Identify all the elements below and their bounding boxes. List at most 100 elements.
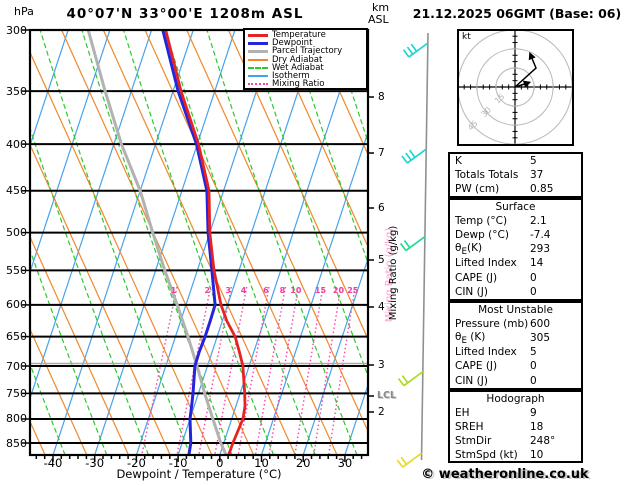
km-tick-label: 3 — [378, 359, 385, 371]
indices-row-value: 0.85 — [530, 183, 554, 196]
mixing-ratio-value-label: 6 — [263, 286, 269, 295]
km-tick-label: 5 — [378, 254, 385, 266]
wind-barb — [397, 370, 424, 387]
indices-row-value: 293 — [530, 243, 551, 256]
mixing-ratio-value-label: 1 — [170, 286, 177, 295]
indices-row-value: 2.1 — [530, 215, 547, 228]
indices-row-label: K — [455, 155, 462, 168]
indices-row-value: 18 — [530, 421, 544, 434]
indices-row: StmSpd (kt) 10 — [450, 448, 581, 462]
indices-row: Dewp (°C) -7.4 — [450, 228, 581, 242]
km-tick-label: 6 — [378, 202, 385, 214]
wind-barb — [399, 235, 426, 252]
indices-row-label: Temp (°C) — [455, 215, 508, 228]
indices-section-title: Most Unstable — [478, 304, 553, 317]
indices-row-label: Pressure (mb) — [455, 318, 529, 331]
wind-barb — [396, 452, 423, 468]
indices-row-label: StmDir — [455, 435, 492, 448]
wind-barb — [401, 148, 427, 164]
indices-row-label: θE(K) — [455, 241, 483, 257]
indices-row: θE(K) 293 — [450, 241, 581, 257]
temp-tick-label: -40 — [43, 456, 63, 470]
indices-row: Lifted Index 14 — [450, 256, 581, 270]
temp-tick-label: -30 — [85, 456, 105, 470]
indices-row-value: 5 — [530, 155, 537, 168]
km-tick-label: 8 — [378, 91, 385, 103]
pressure-axis-unit: hPa — [14, 5, 34, 18]
watermark-credit: © weatheronline.co.uk — [421, 467, 589, 482]
indices-box: K 5 Totals Totals 37 PW (cm) 0.85 — [448, 152, 583, 198]
wind-barb — [402, 42, 429, 58]
indices-row: CIN (J) 0 — [450, 373, 581, 387]
pressure-tick-label: 650 — [6, 330, 27, 344]
mixing-ratio-value-label: 20 — [332, 286, 345, 295]
indices-row-label: CAPE (J) — [455, 360, 498, 373]
indices-row: Lifted Index 5 — [450, 345, 581, 359]
mixing-ratio-value-label: 10 — [290, 286, 302, 295]
legend-item-label: Mixing Ratio — [272, 79, 325, 90]
legend-line-sample-isotherm — [248, 75, 268, 78]
indices-row-value: 248° — [530, 435, 556, 448]
pressure-tick-label: 750 — [6, 386, 27, 400]
height-axis-unit-asl: ASL — [368, 13, 389, 26]
indices-row-label: PW (cm) — [455, 183, 500, 196]
pressure-tick-label: 700 — [6, 359, 27, 373]
indices-section-title: Surface — [495, 201, 536, 214]
pressure-tick-label: 500 — [6, 226, 27, 240]
station-title: 40°07'N 33°00'E 1208m ASL — [66, 6, 304, 22]
hodograph-plot: 153045 — [459, 31, 572, 144]
indices-row: Pressure (mb) 600 — [450, 317, 581, 331]
indices-row-value: 10 — [530, 449, 544, 462]
temp-tick-label: 30 — [337, 456, 353, 470]
indices-row-value: 9 — [530, 407, 537, 420]
indices-row-value: 5 — [530, 346, 537, 359]
legend-line-sample-dewpoint — [248, 41, 268, 45]
indices-row-value: 0 — [530, 285, 537, 298]
hodograph-unit-label: kt — [462, 32, 471, 42]
legend-line-sample-wet_adiabat — [248, 66, 268, 69]
indices-row: EH 9 — [450, 406, 581, 420]
indices-row-label: Lifted Index — [455, 346, 517, 359]
height-axis-unit-km: km — [372, 1, 390, 14]
legend-line-sample-parcel — [248, 49, 268, 53]
pressure-tick-label: 350 — [6, 84, 27, 98]
temperature-axis-label: Dewpoint / Temperature (°C) — [116, 467, 282, 481]
indices-row-label: Dewp (°C) — [455, 229, 509, 242]
indices-row-label: StmSpd (kt) — [455, 449, 518, 462]
legend-line-sample-temperature — [248, 33, 268, 37]
legend-box: Temperature Dewpoint Parcel Trajectory Dry … — [243, 28, 368, 90]
pressure-tick-label: 850 — [6, 436, 27, 450]
pressure-tick-label: 600 — [6, 298, 27, 312]
indices-row: Totals Totals 37 — [450, 168, 581, 182]
indices-row: θE (K) 305 — [450, 330, 581, 346]
legend-line-sample-mixing_ratio — [248, 83, 268, 86]
indices-box-surface: Surface Temp (°C) 2.1 Dewp (°C) -7.4 θE(K) 293… — [448, 198, 583, 301]
pressure-tick-label: 450 — [6, 184, 27, 198]
indices-row-value: 14 — [530, 257, 544, 270]
mixing-ratio-value-label: 2 — [204, 286, 211, 295]
km-tick-label: 7 — [378, 147, 385, 159]
indices-row-label: θE (K) — [455, 330, 486, 346]
km-tick-label: 2 — [378, 406, 385, 418]
valid-datetime: 21.12.2025 06GMT (Base: 06) — [412, 6, 622, 21]
indices-row-value: 37 — [530, 169, 544, 182]
indices-row: K5 — [450, 154, 581, 168]
indices-row-label: Lifted Index — [455, 257, 517, 270]
legend-item: Mixing Ratio — [248, 79, 366, 90]
indices-row-label: CIN (J) — [455, 374, 488, 387]
indices-row: Temp (°C) 2.1 — [450, 214, 581, 228]
indices-row-value: 0 — [530, 374, 537, 387]
indices-row-label: Totals Totals — [455, 169, 519, 182]
indices-row: CIN (J) 0 — [450, 285, 581, 299]
indices-box-hodograph: Hodograph EH 9 SREH 18 StmDir 248° StmSpd (kt) 1… — [448, 390, 583, 463]
temp-tick-label: 20 — [295, 456, 311, 470]
pressure-tick-label: 800 — [6, 412, 27, 426]
mixing-ratio-value-label: 4 — [240, 286, 247, 295]
indices-section-title: Hodograph — [486, 393, 545, 406]
indices-row-value: -7.4 — [530, 229, 551, 242]
mixing-ratio-value-label: 3 — [225, 286, 231, 295]
indices-row: StmDir 248° — [450, 434, 581, 448]
pressure-tick-label: 300 — [6, 23, 27, 37]
lcl-marker-label: LCL — [377, 390, 397, 401]
indices-row: PW (cm) 0.85 — [450, 182, 581, 196]
